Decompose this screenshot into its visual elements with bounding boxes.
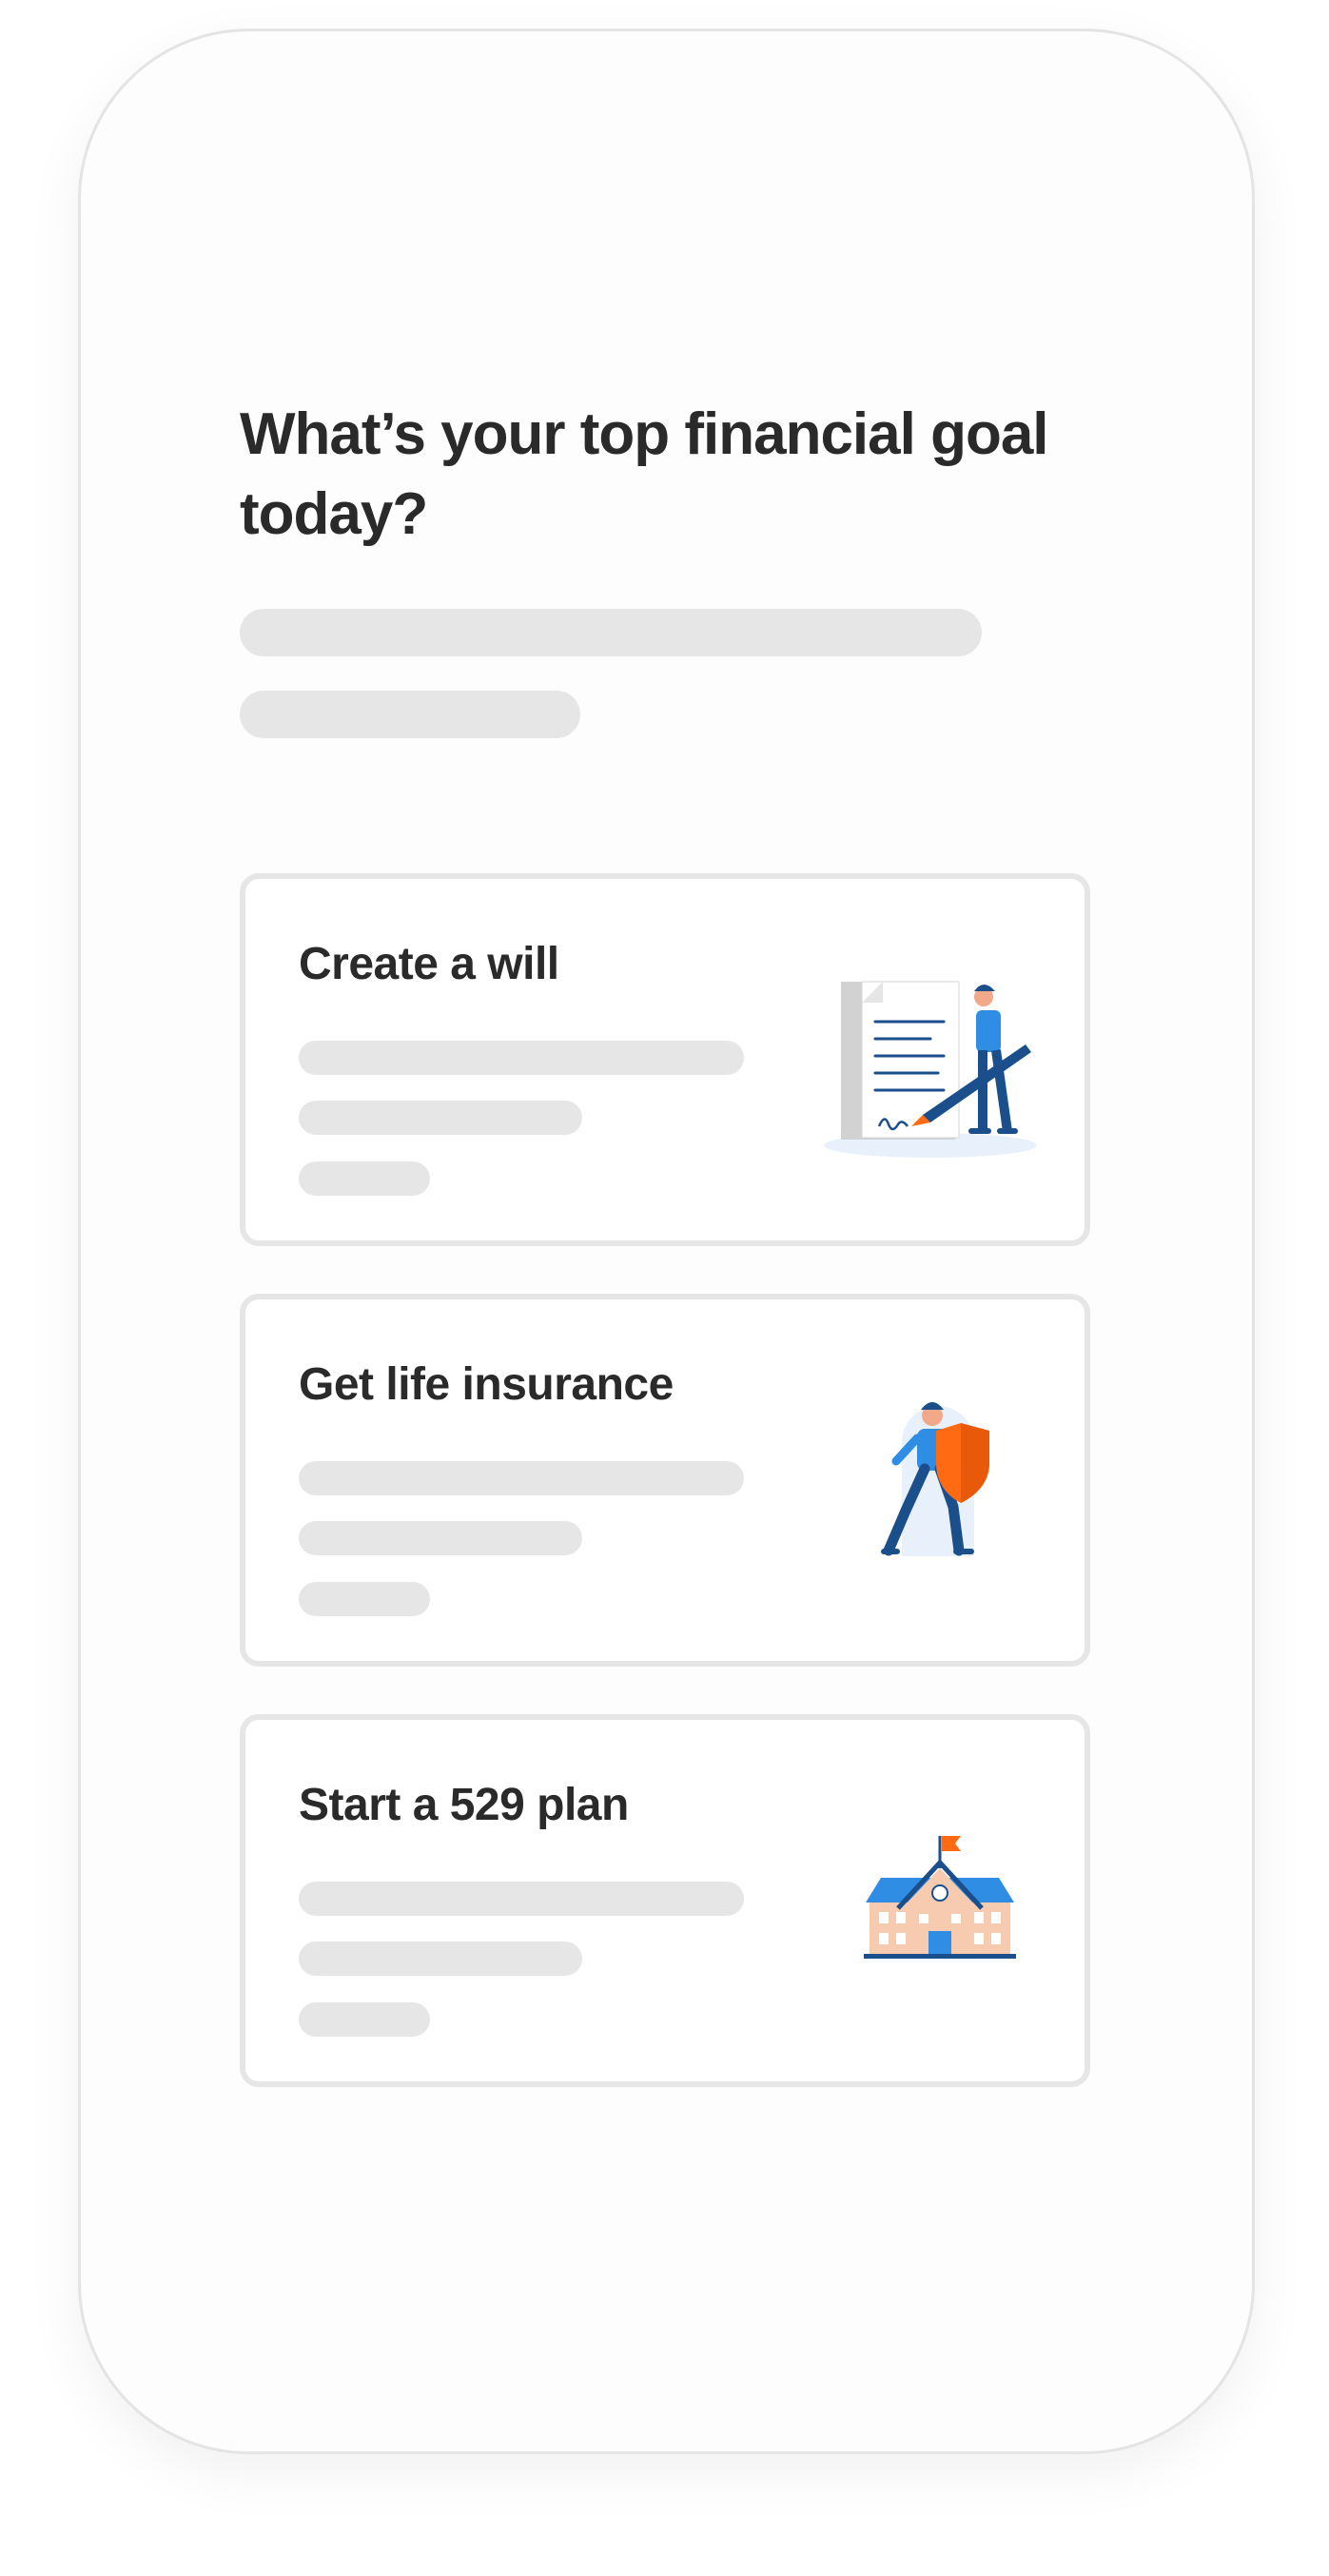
shield-person-icon bbox=[881, 1402, 989, 1556]
subtitle-placeholder-line bbox=[240, 609, 982, 656]
description-placeholder-line bbox=[299, 1161, 430, 1196]
option-card-529-plan[interactable]: Start a 529 plan bbox=[240, 1714, 1090, 2087]
option-title: Get life insurance bbox=[299, 1359, 674, 1410]
description-placeholder-line bbox=[299, 1461, 744, 1495]
option-card-create-will[interactable]: Create a will bbox=[240, 873, 1090, 1246]
page-title: What’s your top financial goal today? bbox=[240, 401, 1049, 547]
description-placeholder-line bbox=[299, 1582, 430, 1616]
description-placeholder-line bbox=[299, 1041, 744, 1075]
description-placeholder-line bbox=[299, 1101, 582, 1135]
option-title: Start a 529 plan bbox=[299, 1780, 629, 1830]
option-card-life-insurance[interactable]: Get life insurance bbox=[240, 1294, 1090, 1667]
option-title: Create a will bbox=[299, 939, 559, 989]
description-placeholder-line bbox=[299, 1521, 582, 1555]
will-document-icon bbox=[824, 981, 1037, 1158]
subtitle-placeholder-line bbox=[240, 691, 580, 738]
school-building-icon bbox=[864, 1836, 1016, 1959]
description-placeholder-line bbox=[299, 1882, 744, 1916]
description-placeholder-line bbox=[299, 2002, 430, 2037]
description-placeholder-line bbox=[299, 1942, 582, 1976]
